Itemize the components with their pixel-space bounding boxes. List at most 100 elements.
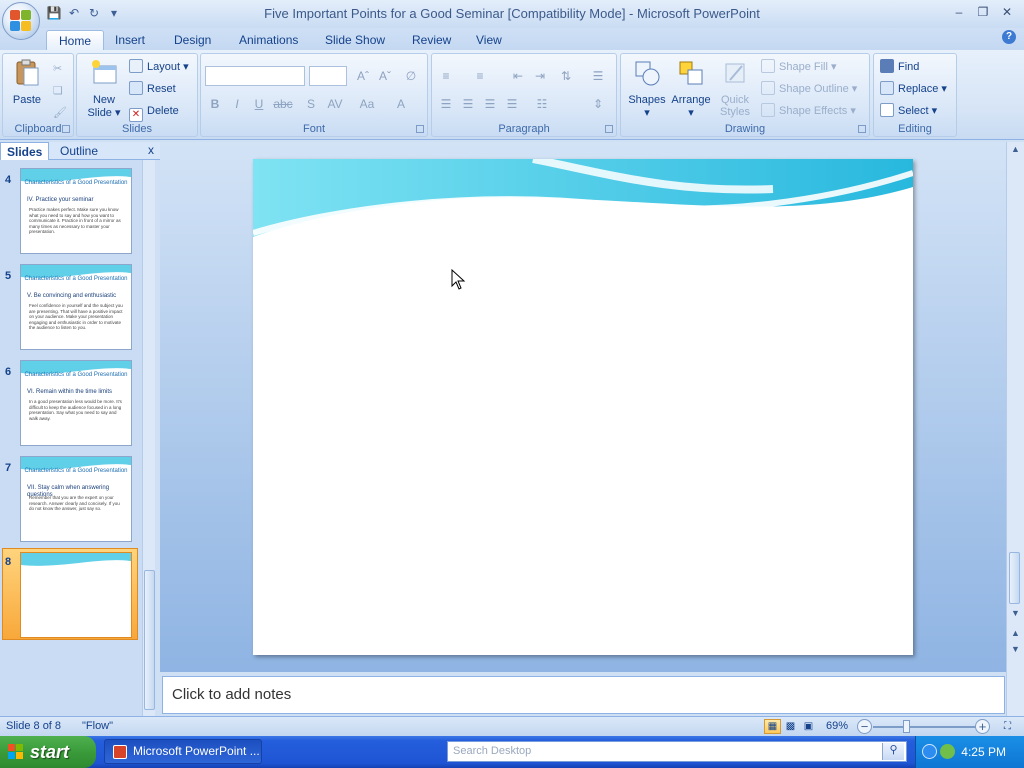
slide-sorter-icon[interactable]: ▩ — [782, 719, 799, 734]
font-color-icon[interactable]: A — [391, 94, 411, 114]
change-case-icon[interactable]: Aa — [357, 94, 377, 114]
slide-thumbnail-6[interactable]: Characteristics of a Good Presentation V… — [20, 360, 132, 446]
slide-thumbnail-8[interactable] — [20, 552, 132, 638]
slides-pane-scrollbar[interactable] — [142, 160, 155, 716]
tray-back-icon[interactable] — [922, 744, 937, 759]
fit-to-window-icon[interactable]: ⛶ — [999, 719, 1016, 734]
pane-tabs: Slides Outline x — [0, 142, 160, 160]
slide-show-icon[interactable]: ▣ — [800, 719, 817, 734]
slide-canvas[interactable] — [253, 159, 913, 655]
shape-outline-button[interactable]: Shape Outline ▾ — [761, 80, 857, 98]
search-icon[interactable]: ⚲ — [882, 743, 904, 760]
tab-view[interactable]: View — [464, 30, 514, 50]
slide-thumbnail-4[interactable]: Characteristics of a Good Presentation I… — [20, 168, 132, 254]
reset-button[interactable]: Reset — [129, 80, 176, 98]
justify-icon[interactable]: ☰ — [502, 94, 522, 114]
zoom-slider-track[interactable] — [873, 726, 976, 728]
windows-logo-icon — [8, 744, 24, 760]
tab-outline[interactable]: Outline — [54, 142, 104, 160]
start-button[interactable]: start — [0, 736, 96, 768]
paragraph-label: Paragraph — [498, 123, 550, 135]
slide-thumbnail-5[interactable]: Characteristics of a Good Presentation V… — [20, 264, 132, 350]
zoom-out-icon[interactable]: − — [857, 719, 872, 734]
paragraph-launcher-icon[interactable] — [605, 125, 613, 133]
close-icon[interactable]: ✕ — [996, 3, 1018, 21]
previous-slide-icon[interactable]: ▲ — [1009, 628, 1022, 638]
binoculars-icon — [880, 59, 894, 73]
office-button[interactable] — [2, 2, 40, 40]
mouse-cursor-icon — [451, 269, 466, 290]
text-direction-icon[interactable]: ⇕ — [588, 94, 608, 114]
delete-button[interactable]: ✕ Delete — [129, 102, 179, 122]
select-button[interactable]: Select ▾ — [880, 102, 937, 120]
close-pane-icon[interactable]: x — [148, 143, 154, 157]
grow-font-icon[interactable]: Aˆ — [353, 66, 373, 86]
line-spacing-icon[interactable]: ⇅ — [556, 66, 576, 86]
zoom-level[interactable]: 69% — [826, 720, 848, 732]
reset-icon — [129, 81, 143, 95]
drawing-launcher-icon[interactable] — [858, 125, 866, 133]
layout-button[interactable]: Layout ▾ — [129, 58, 189, 76]
char-spacing-icon[interactable]: AV — [325, 94, 345, 114]
clear-formatting-icon[interactable]: ∅ — [401, 66, 421, 86]
shrink-font-icon[interactable]: Aˇ — [375, 66, 395, 86]
taskbar-item-powerpoint[interactable]: Microsoft PowerPoint ... — [104, 739, 262, 764]
shapes-button[interactable]: Shapes ▾ — [627, 58, 667, 119]
shape-fill-button[interactable]: Shape Fill ▾ — [761, 58, 837, 76]
bullets-icon[interactable]: ≡ — [436, 66, 456, 86]
minimize-icon[interactable]: – — [948, 3, 970, 21]
arrange-button[interactable]: Arrange ▾ — [669, 58, 713, 119]
columns-icon[interactable]: ☰ — [588, 66, 608, 86]
tab-design[interactable]: Design — [162, 30, 223, 50]
new-slide-button[interactable]: New Slide ▾ — [83, 58, 125, 119]
tab-slide-show[interactable]: Slide Show — [313, 30, 397, 50]
format-painter-icon[interactable]: 🖌 — [53, 104, 67, 122]
next-slide-icon[interactable]: ▼ — [1009, 644, 1022, 654]
help-icon[interactable]: ? — [1002, 30, 1016, 44]
text-columns-icon[interactable]: ☷ — [532, 94, 552, 114]
tray-network-icon[interactable] — [940, 744, 955, 759]
font-size-combo[interactable] — [309, 66, 347, 86]
tab-review[interactable]: Review — [400, 30, 463, 50]
tab-home[interactable]: Home — [46, 30, 105, 50]
restore-icon[interactable]: ❐ — [972, 3, 994, 21]
shadow-icon[interactable]: S — [301, 94, 321, 114]
tab-slides[interactable]: Slides — [0, 142, 50, 160]
shape-effects-button[interactable]: Shape Effects ▾ — [761, 102, 856, 120]
office-logo-icon — [10, 10, 32, 32]
replace-button[interactable]: Replace ▾ — [880, 80, 947, 98]
paste-button[interactable]: Paste — [9, 58, 45, 106]
underline-icon[interactable]: U — [249, 94, 269, 114]
tab-animations[interactable]: Animations — [227, 30, 310, 50]
decrease-indent-icon[interactable]: ⇤ — [508, 66, 528, 86]
title-bar: 💾 ↶ ↻ ▾ Five Important Points for a Good… — [0, 0, 1024, 40]
strikethrough-icon[interactable]: abc — [273, 94, 293, 114]
quick-styles-button[interactable]: Quick Styles — [715, 58, 755, 118]
bold-icon[interactable]: B — [205, 94, 225, 114]
font-name-combo[interactable] — [205, 66, 305, 86]
notes-pane[interactable]: Click to add notes — [162, 676, 1005, 714]
zoom-in-icon[interactable]: + — [975, 719, 990, 734]
align-left-icon[interactable]: ☰ — [436, 94, 456, 114]
editor-scroll-thumb[interactable] — [1009, 552, 1020, 604]
clipboard-launcher-icon[interactable] — [62, 125, 70, 133]
slides-pane-scroll-thumb[interactable] — [144, 570, 155, 710]
italic-icon[interactable]: I — [227, 94, 247, 114]
font-launcher-icon[interactable] — [416, 125, 424, 133]
tab-insert[interactable]: Insert — [103, 30, 157, 50]
align-center-icon[interactable]: ☰ — [458, 94, 478, 114]
desktop-search-input[interactable]: Search Desktop ⚲ — [447, 741, 907, 762]
increase-indent-icon[interactable]: ⇥ — [530, 66, 550, 86]
scroll-down-icon[interactable]: ▼ — [1009, 608, 1022, 618]
cut-icon[interactable]: ✂ — [53, 60, 62, 78]
zoom-slider-thumb[interactable] — [903, 720, 910, 733]
editor-scrollbar[interactable]: ▲ ▼ ▲ ▼ — [1006, 142, 1024, 716]
find-button[interactable]: Find — [880, 58, 919, 76]
scroll-up-icon[interactable]: ▲ — [1009, 144, 1022, 154]
normal-view-icon[interactable]: ▦ — [764, 719, 781, 734]
slide-thumbnail-7[interactable]: Characteristics of a Good Presentation V… — [20, 456, 132, 542]
numbering-icon[interactable]: ≡ — [470, 66, 490, 86]
copy-icon[interactable]: ❏ — [53, 82, 63, 100]
align-right-icon[interactable]: ☰ — [480, 94, 500, 114]
notes-placeholder: Click to add notes — [172, 686, 292, 703]
